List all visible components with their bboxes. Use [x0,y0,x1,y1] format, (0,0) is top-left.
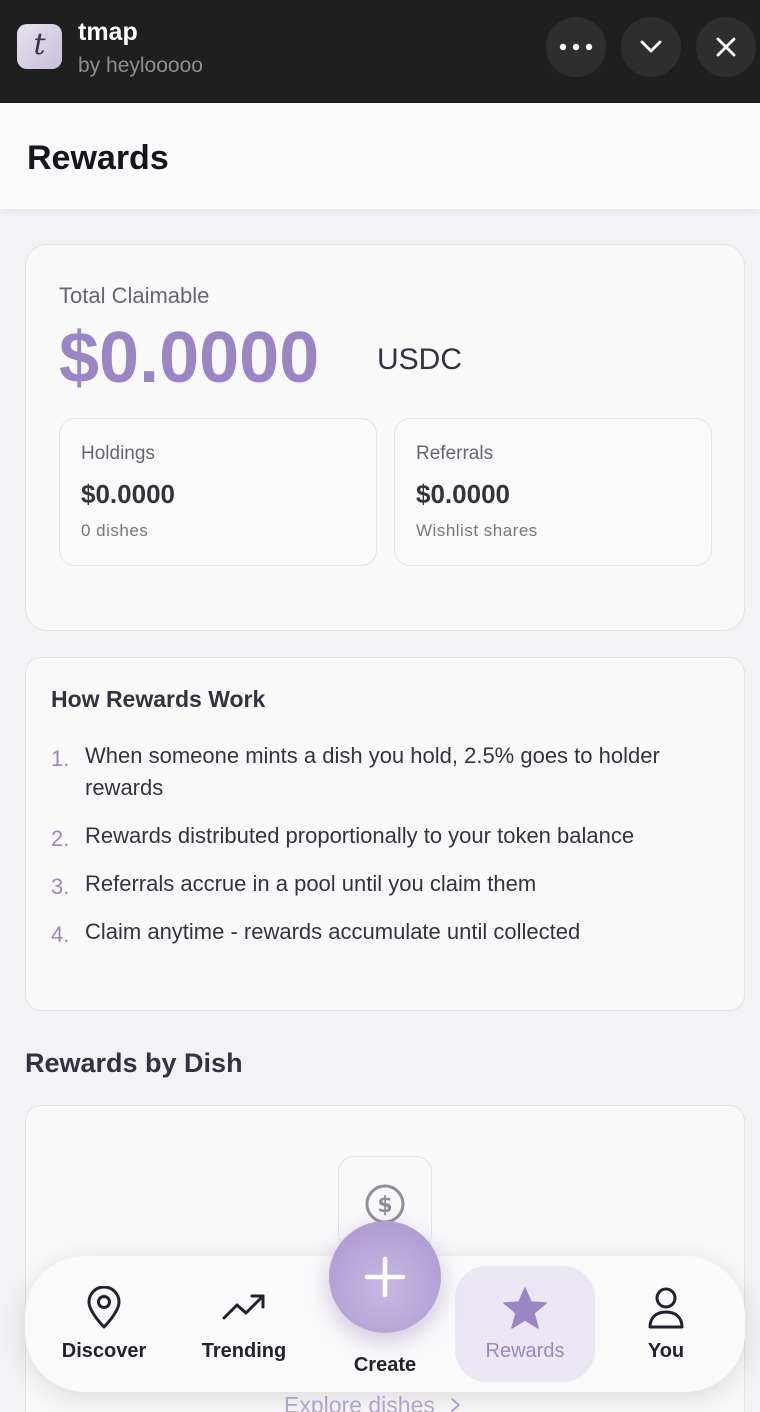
referrals-note: Wishlist shares [416,521,538,540]
nav-trending-label: Trending [201,1340,287,1362]
create-button[interactable] [329,1221,441,1333]
holdings-note: 0 dishes [81,521,149,540]
referrals-card: Referrals $0.0000 Wishlist shares [394,418,712,566]
referrals-title: Referrals [416,443,494,464]
claimable-unit: USDC [377,343,463,376]
app-name: tmap [78,18,138,46]
app-logo: t [17,24,62,69]
nav-trending[interactable]: Trending [174,1266,314,1382]
page-header: Rewards [0,103,760,209]
list-item: 2. Rewards distributed proportionally to… [51,820,711,852]
holdings-title: Holdings [81,443,155,464]
nav-rewards[interactable]: Rewards [455,1266,595,1382]
how-list: 1. When someone mints a dish you hold, 2… [51,740,711,964]
more-options-button[interactable] [546,17,606,77]
nav-discover[interactable]: Discover [34,1266,174,1382]
nav-you-label: You [647,1340,685,1362]
app-logo-letter: t [33,27,46,62]
claimable-amount: $0.0000 [59,318,320,398]
list-item: 3. Referrals accrue in a pool until you … [51,868,711,900]
chevron-right-icon [451,1398,461,1412]
list-item-text: Referrals accrue in a pool until you cla… [85,871,537,896]
nav-you[interactable]: You [596,1266,736,1382]
list-item-number: 3. [51,874,70,899]
list-item-text: Rewards distributed proportionally to yo… [85,823,635,848]
claimable-label: Total Claimable [59,283,210,308]
list-item-text: When someone mints a dish you hold, 2.5%… [85,743,660,800]
close-button[interactable] [696,17,756,77]
list-item: 4. Claim anytime - rewards accumulate un… [51,916,711,948]
holdings-value: $0.0000 [81,479,175,509]
close-icon [716,37,736,57]
collapse-button[interactable] [621,17,681,77]
list-item-text: Claim anytime - rewards accumulate until… [85,919,581,944]
list-item-number: 1. [51,746,70,771]
star-icon [503,1287,547,1329]
nav-create-label: Create [353,1354,417,1376]
total-claimable-card: Total Claimable $0.0000 USDC Holdings $0… [25,244,745,631]
trending-up-icon [222,1294,265,1320]
nav-rewards-label: Rewards [485,1340,565,1362]
app-top-bar: t tmap by heylooooo [0,0,760,103]
explore-dishes-link[interactable]: Explore dishes [284,1392,463,1412]
dollar-coin-icon: $ [365,1184,405,1224]
explore-dishes-label: Explore dishes [284,1392,435,1412]
app-author: by heylooooo [78,54,203,77]
holdings-card: Holdings $0.0000 0 dishes [59,418,377,566]
how-title: How Rewards Work [51,686,266,712]
list-item-number: 4. [51,922,70,947]
list-item: 1. When someone mints a dish you hold, 2… [51,740,711,804]
rewards-by-dish-title: Rewards by Dish [25,1048,243,1078]
user-icon [648,1287,684,1329]
how-rewards-work-card: How Rewards Work 1. When someone mints a… [25,657,745,1011]
plus-icon [364,1256,406,1298]
nav-discover-label: Discover [61,1340,147,1362]
chevron-down-icon [640,40,662,53]
more-dots-icon [559,43,593,51]
page-title: Rewards [27,139,169,177]
referrals-value: $0.0000 [416,479,510,509]
map-pin-icon [87,1286,121,1329]
list-item-number: 2. [51,826,70,851]
svg-text:$: $ [377,1193,392,1218]
